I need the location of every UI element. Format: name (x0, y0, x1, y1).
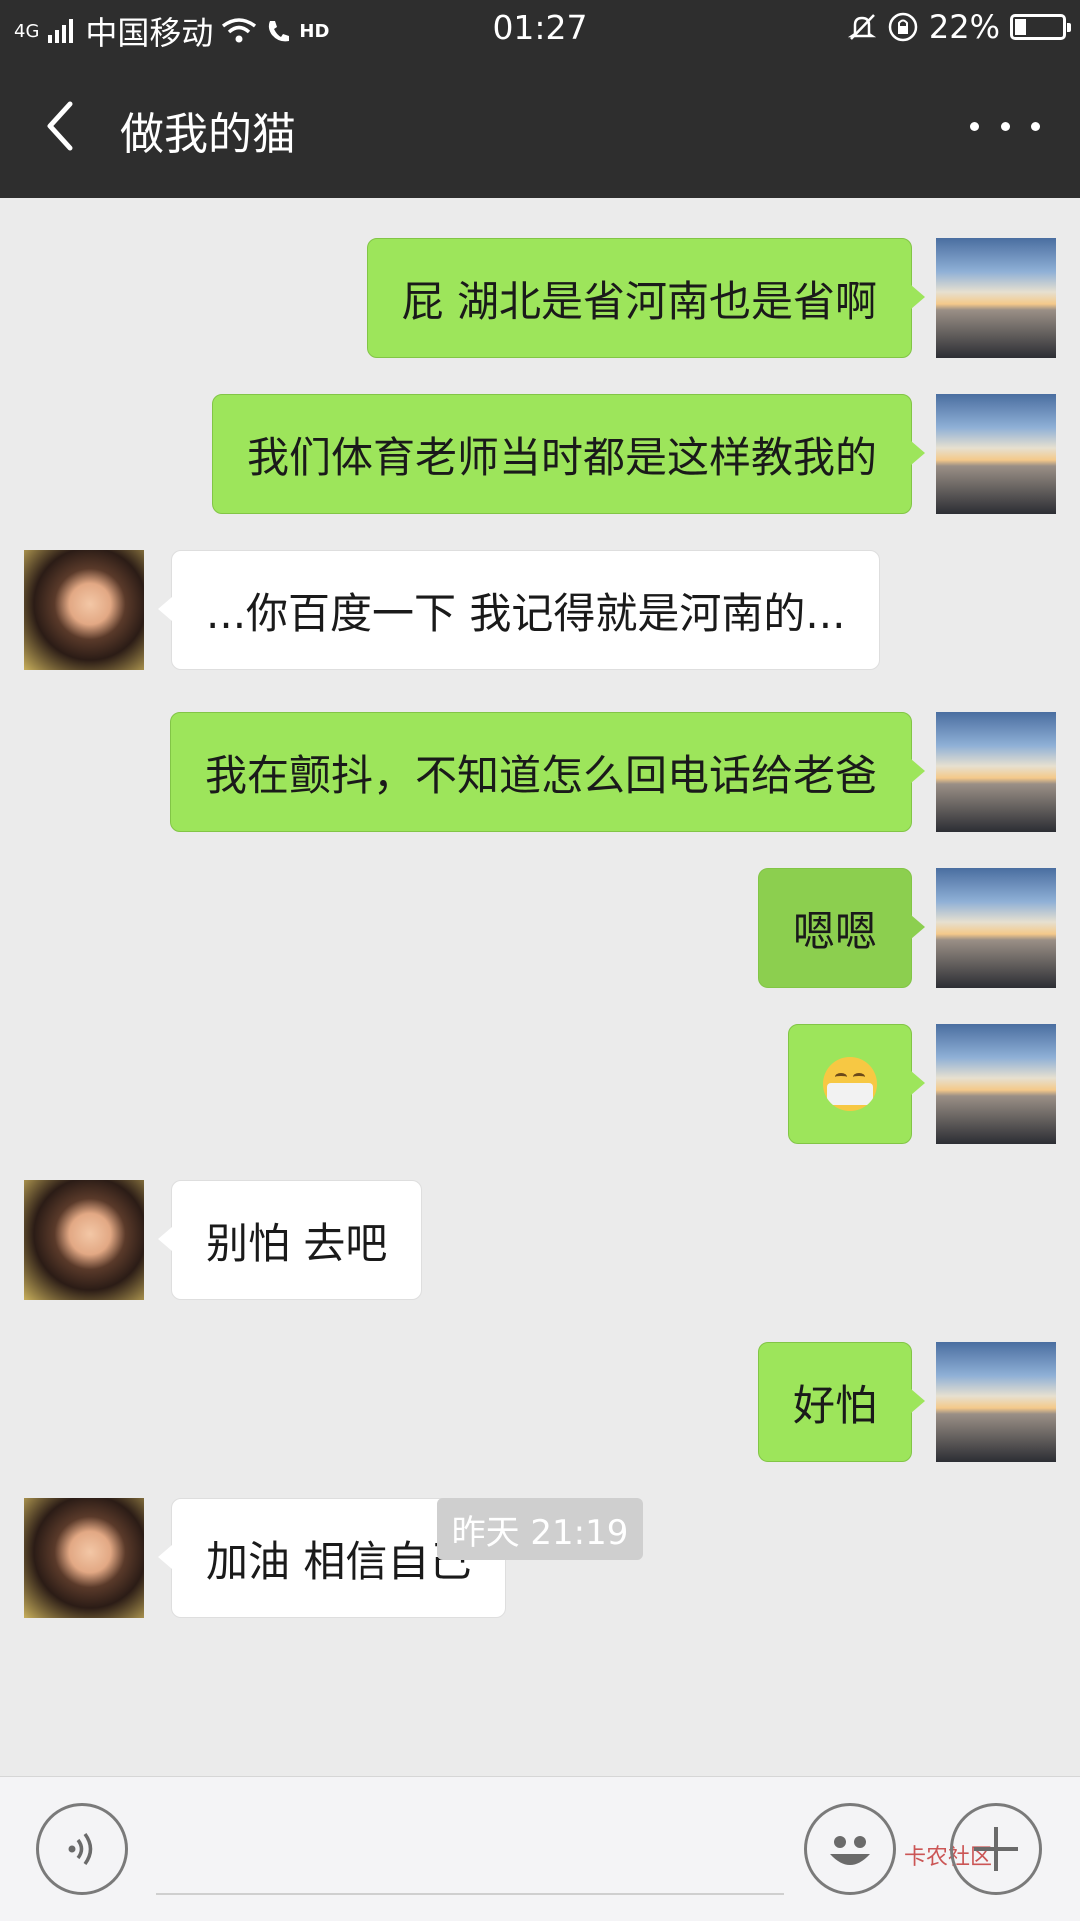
avatar-contact[interactable] (24, 550, 144, 670)
message-text: 别怕 去吧 (206, 1218, 388, 1268)
chevron-left-icon (47, 101, 73, 151)
plus-button[interactable] (950, 1803, 1042, 1895)
battery-percent: 22% (928, 8, 1000, 46)
message-bubble-sent[interactable]: 嗯嗯 (757, 868, 926, 988)
message-text: ...你百度一下 我记得就是河南的... (206, 588, 846, 638)
plus-icon (974, 1827, 1018, 1871)
message-text: 我在颤抖，不知道怎么回电话给老爸 (204, 750, 877, 800)
more-options-button[interactable] (970, 106, 1040, 146)
message-bubble-sent[interactable]: 屁 湖北是省河南也是省啊 (366, 238, 926, 358)
mask-face-emoji-icon (823, 1057, 877, 1111)
emoji-button[interactable] (804, 1803, 896, 1895)
status-bar: 4G 中国移动 HD 01:27 22% (0, 0, 1080, 56)
battery-level (1015, 19, 1026, 35)
message-text: 嗯嗯 (792, 906, 877, 956)
chat-title: 做我的猫 (120, 109, 296, 160)
input-bar: 卡农社区 (0, 1776, 1080, 1921)
avatar-self[interactable] (936, 1342, 1056, 1462)
rotation-lock-icon (888, 12, 918, 42)
message-bubble-sent[interactable]: 好怕 (757, 1342, 926, 1462)
more-dot-icon (970, 121, 979, 131)
message-text: 好怕 (792, 1380, 877, 1430)
message-text: 屁 湖北是省河南也是省啊 (401, 276, 877, 326)
chat-header: 做我的猫 (0, 56, 1080, 198)
more-dot-icon (1000, 121, 1010, 131)
message-text: 我们体育老师当时都是这样教我的 (246, 432, 877, 482)
voice-icon (68, 1832, 93, 1866)
avatar-self[interactable] (936, 1024, 1056, 1144)
avatar-self[interactable] (936, 868, 1056, 988)
battery-icon (1010, 14, 1071, 40)
avatar-self[interactable] (936, 712, 1056, 832)
timestamp-badge: 昨天 21:19 (437, 1498, 643, 1560)
avatar-contact[interactable] (24, 1498, 144, 1618)
avatar-self[interactable] (936, 238, 1056, 358)
avatar-self[interactable] (936, 394, 1056, 514)
more-dot-icon (1031, 121, 1040, 131)
back-button[interactable] (36, 96, 86, 156)
emoji-icon (830, 1836, 870, 1865)
message-bubble-sent[interactable] (788, 1024, 925, 1144)
avatar-contact[interactable] (24, 1180, 144, 1300)
message-text: 加油 相信自己 (206, 1536, 472, 1586)
silent-icon (847, 14, 877, 40)
message-bubble-received[interactable]: 别怕 去吧 (157, 1180, 423, 1300)
voice-input-button[interactable] (36, 1803, 128, 1895)
message-bubble-sent[interactable]: 我们体育老师当时都是这样教我的 (211, 394, 926, 514)
message-bubble-sent[interactable]: 我在颤抖，不知道怎么回电话给老爸 (169, 712, 926, 832)
message-bubble-received[interactable]: ...你百度一下 我记得就是河南的... (157, 550, 881, 670)
message-input[interactable] (156, 1807, 784, 1895)
